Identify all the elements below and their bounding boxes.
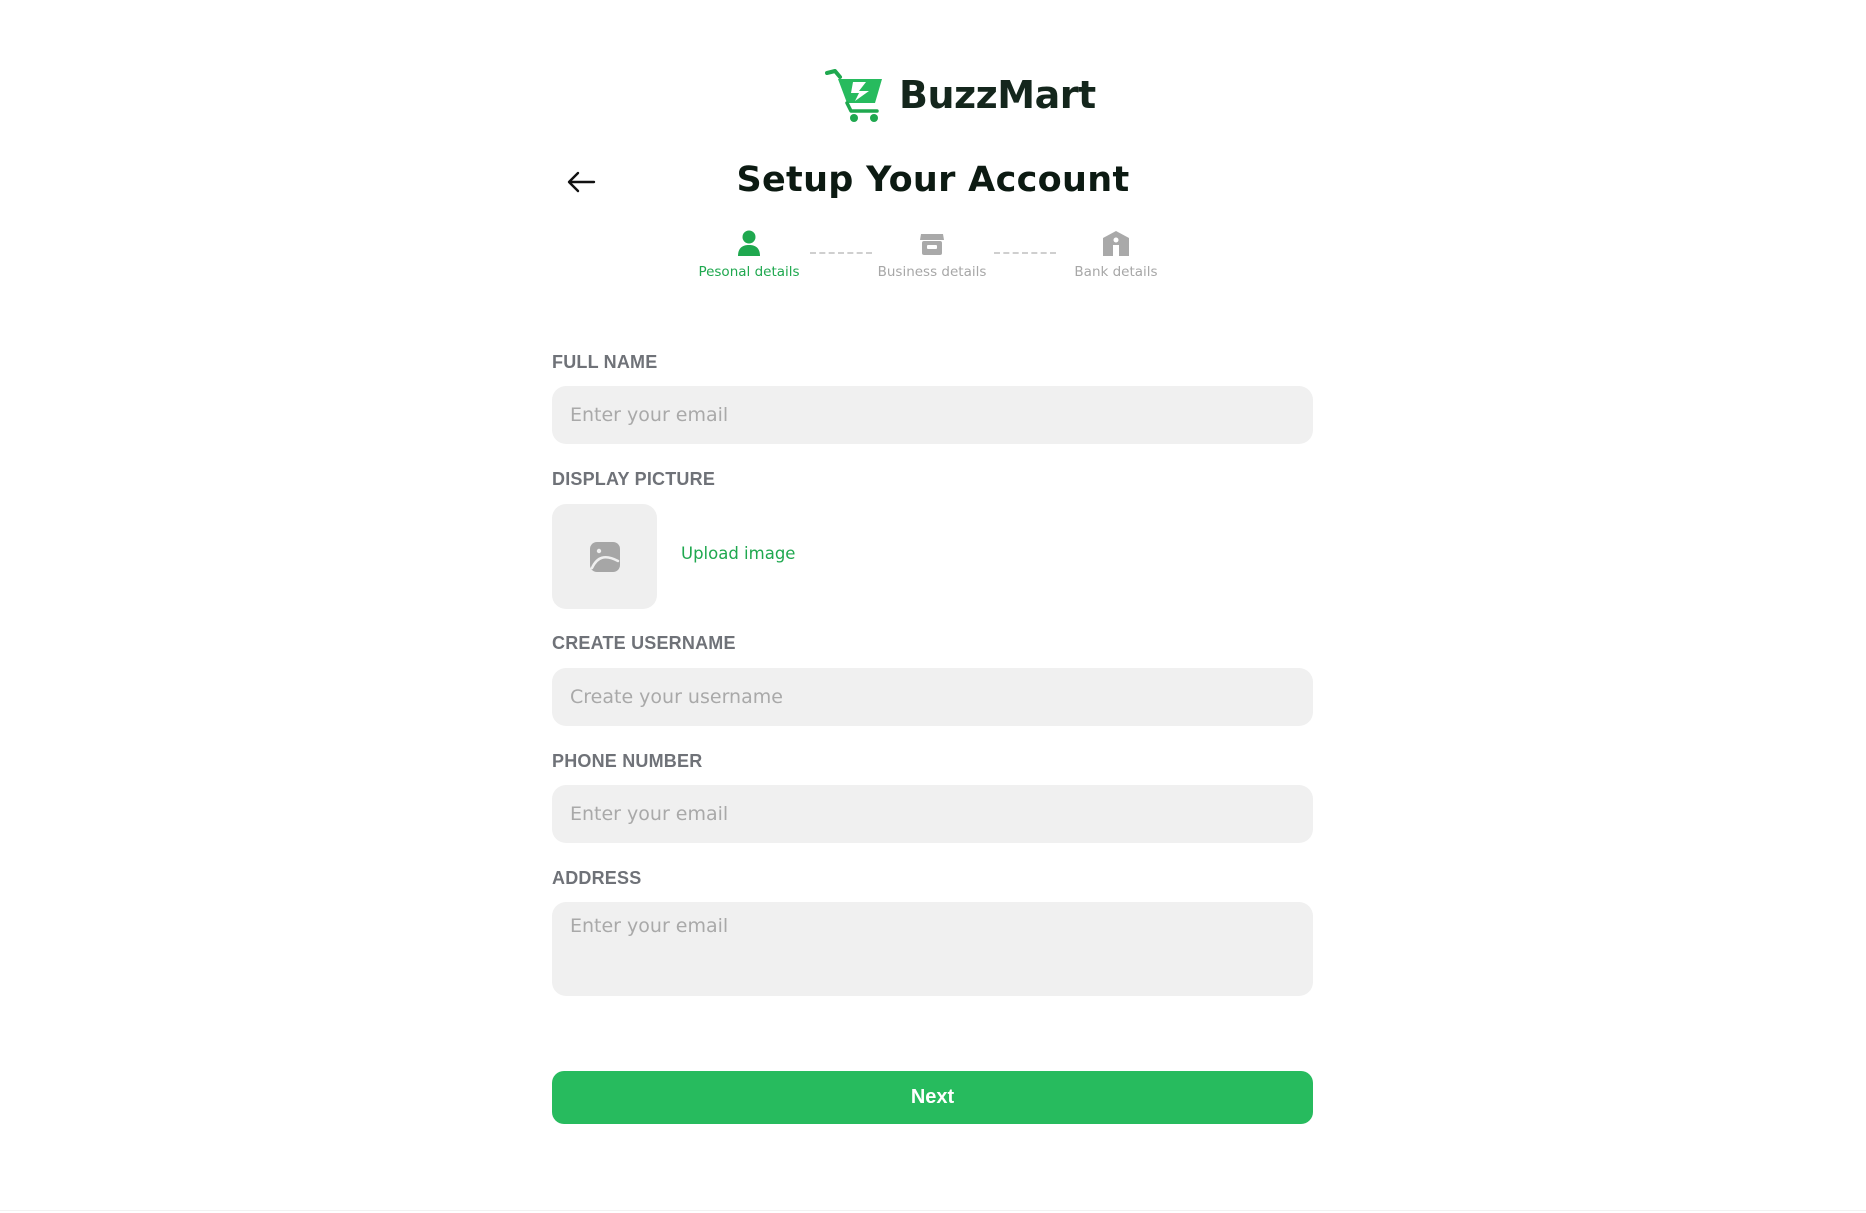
full-name-input[interactable] [552, 386, 1313, 444]
user-icon [738, 230, 760, 256]
display-picture-upload-box[interactable] [552, 504, 657, 609]
page-title: Setup Your Account [736, 160, 1130, 200]
step-bank-details[interactable]: Bank details [1041, 228, 1191, 280]
divider [0, 1210, 1866, 1211]
brand-logo: BuzzMart [825, 66, 1096, 124]
shopping-cart-icon [825, 69, 882, 122]
step-label: Pesonal details [698, 264, 800, 280]
phone-number-label: PHONE NUMBER [552, 751, 703, 771]
address-textarea[interactable] [552, 902, 1313, 996]
step-label: Bank details [1074, 264, 1158, 280]
username-label: CREATE USERNAME [552, 633, 736, 653]
upload-image-link[interactable]: Upload image [681, 544, 795, 563]
next-button[interactable]: Next [552, 1071, 1313, 1124]
full-name-label: FULL NAME [552, 352, 658, 372]
address-label: ADDRESS [552, 868, 642, 888]
step-personal-details[interactable]: Pesonal details [674, 228, 824, 280]
step-business-details[interactable]: Business details [857, 228, 1007, 280]
step-label: Business details [877, 264, 987, 280]
image-icon [589, 541, 620, 572]
brand-name: BuzzMart [899, 73, 1096, 117]
store-icon [920, 234, 944, 255]
display-picture-label: DISPLAY PICTURE [552, 469, 716, 489]
username-input[interactable] [552, 668, 1313, 726]
phone-number-input[interactable] [552, 785, 1313, 843]
bank-icon [1103, 231, 1129, 256]
